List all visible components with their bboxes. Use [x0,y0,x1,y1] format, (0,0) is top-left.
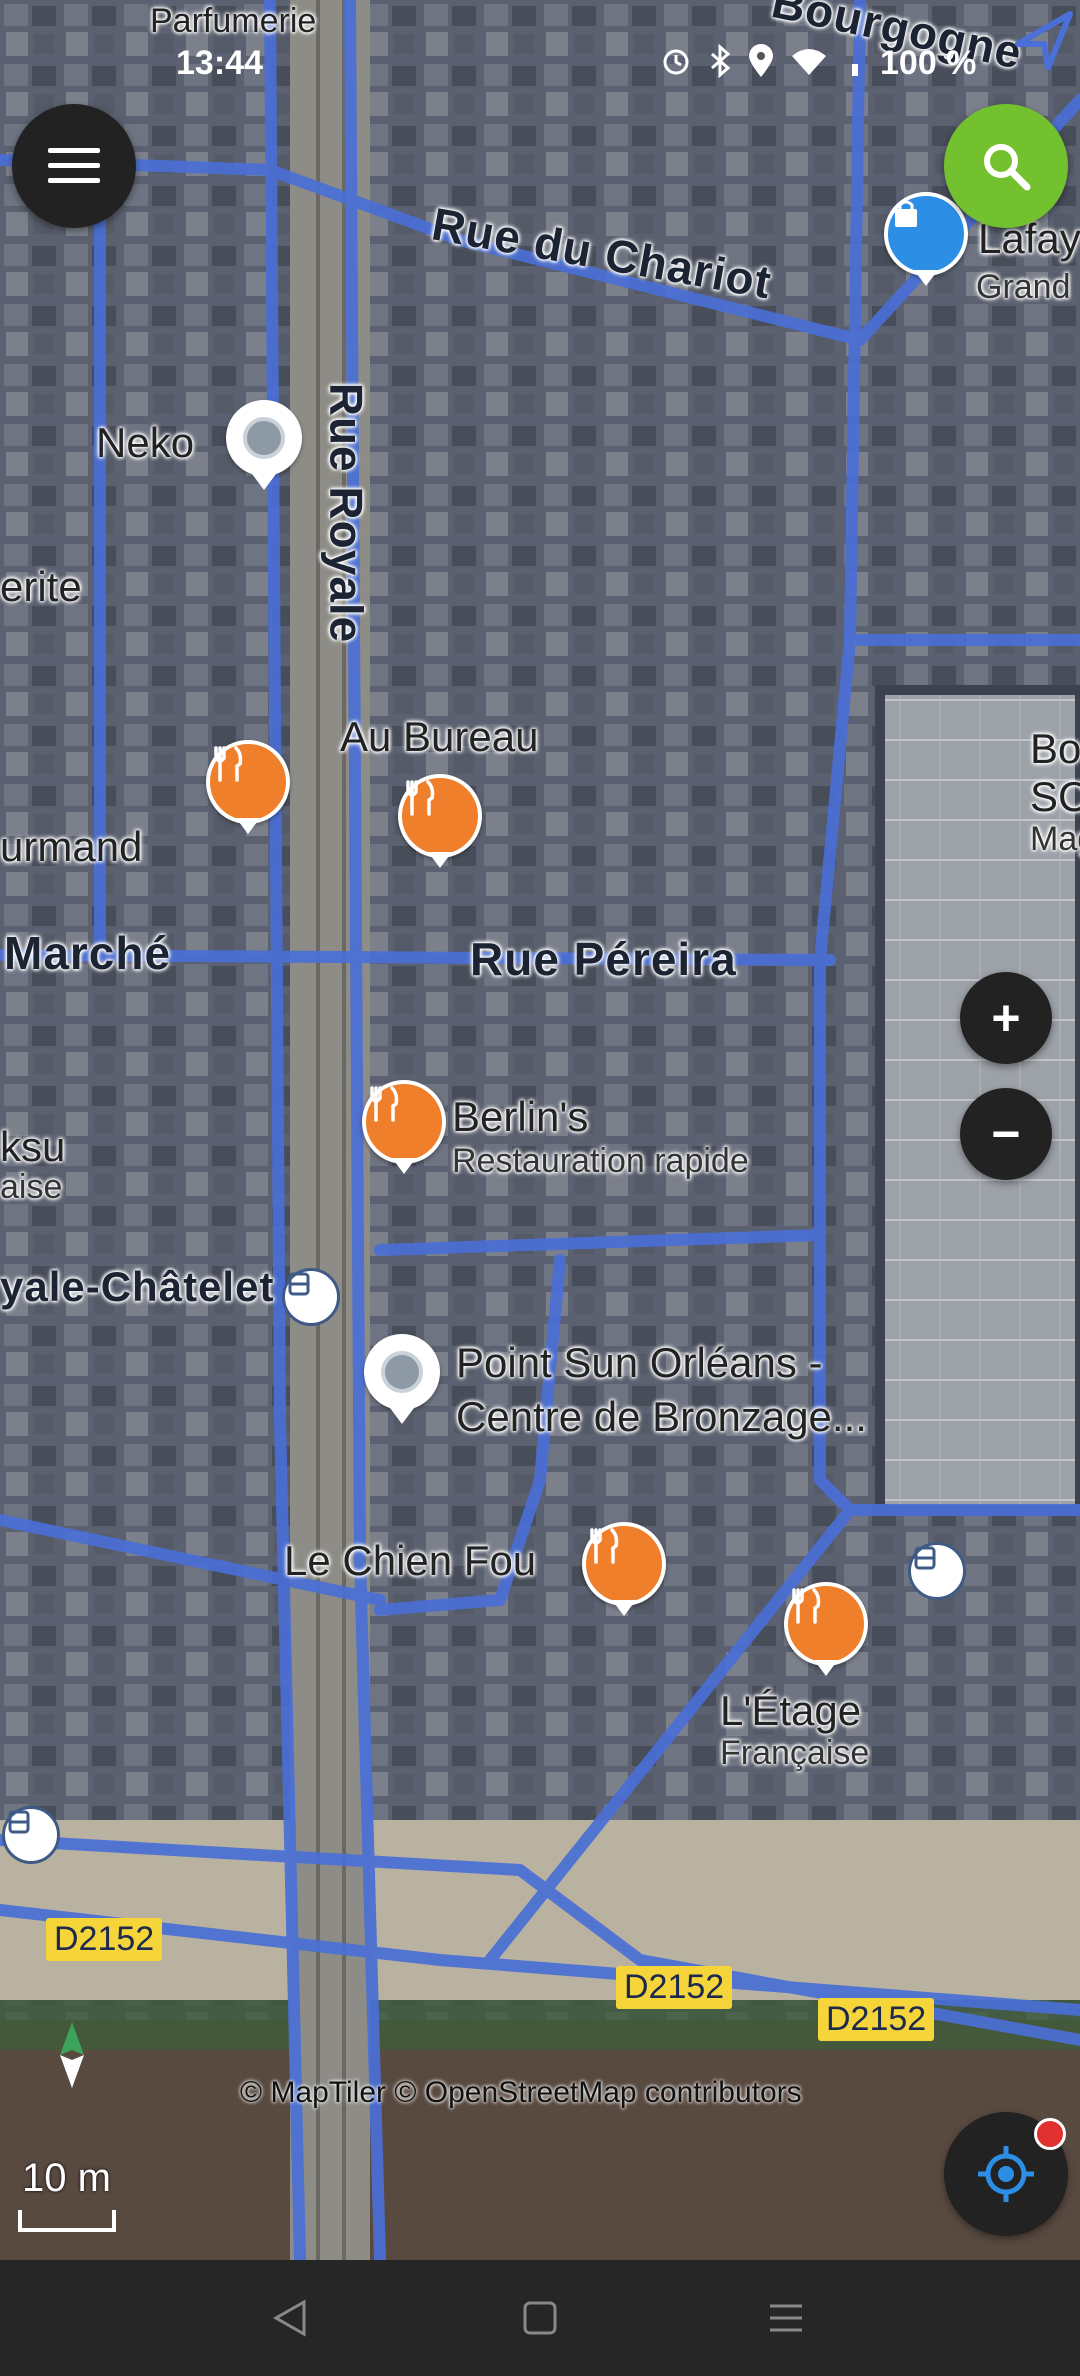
status-bar: 13:44 100 % [0,0,1080,120]
poi-label-point-sun[interactable]: Point Sun Orléans - [456,1342,823,1384]
battery-level: 100 % [880,44,977,82]
location-icon [749,44,773,77]
home-button[interactable] [512,2290,568,2346]
street-label-royale-chatelet: yale-Châtelet [0,1263,275,1310]
recents-button[interactable] [758,2290,814,2346]
poi-sublabel-letage: Française [720,1734,870,1772]
system-navigation-bar [0,2260,1080,2376]
poi-label-sco: SCO [1030,773,1080,820]
shopping-bag-icon [895,200,917,227]
poi-marker-point-sun[interactable] [364,1334,440,1410]
fork-knife-icon [370,1086,399,1122]
poi-marker-le-chien-fou[interactable] [582,1522,666,1606]
street-label-marche: Marché [4,927,172,979]
street-label-rue-pereira: Rue Péreira [470,933,737,985]
poi-marker-berlins[interactable] [362,1080,446,1164]
road-sign-d2152: D2152 [616,1966,733,2009]
bluetooth-icon [711,44,731,78]
back-triangle-icon [272,2299,306,2337]
label-erite: erite [0,563,82,610]
label-ksu: ksu [0,1123,66,1170]
poi-label-letage[interactable]: L'Étage [720,1690,861,1732]
poi-label-grand: Grand [976,268,1071,306]
recording-indicator [1034,2118,1066,2150]
scale-bar [18,2210,116,2232]
home-square-icon [523,2301,557,2335]
recents-menu-icon [770,2304,802,2332]
menu-button[interactable] [12,104,136,228]
poi-label-maga: Maga [1030,820,1080,858]
search-icon [984,144,1031,191]
scale-label: 10 m [22,2156,111,2200]
poi-marker-letage[interactable] [784,1582,868,1666]
status-time: 13:44 [176,44,263,82]
signal-icon [852,64,858,76]
road-sign-d2152: D2152 [818,1998,935,2041]
poi-sublabel-berlins: Restauration rapide [452,1142,749,1180]
alarm-icon [663,49,689,75]
shop-marker[interactable] [884,192,968,276]
search-button[interactable] [944,104,1068,228]
map-attribution[interactable]: © MapTiler © OpenStreetMap contributors [240,2076,802,2110]
restaurant-marker[interactable] [206,740,290,824]
fork-knife-icon [214,746,243,782]
poi-label-bout[interactable]: Bout [1030,728,1080,770]
bus-stop-marker[interactable] [908,1542,966,1600]
poi-label-neko[interactable]: Neko [96,422,194,464]
hamburger-menu-icon [48,148,100,183]
bus-icon [8,1810,30,1834]
bus-icon [288,1272,310,1296]
crosshair-location-icon [978,2146,1034,2202]
poi-label-berlins[interactable]: Berlin's [452,1096,588,1138]
poi-label-le-chien-fou[interactable]: Le Chien Fou [284,1540,536,1582]
wifi-icon [792,49,826,75]
poi-marker-au-bureau[interactable] [398,774,482,858]
street-label-rue-royale: Rue Royale [320,382,373,644]
road-sign-d2152: D2152 [46,1918,163,1961]
bus-icon [914,1546,936,1570]
bus-stop-marker[interactable] [282,1268,340,1326]
navigation-arrow-icon [1015,11,1073,70]
label-urmand: urmand [0,823,143,870]
label-aise: aise [0,1168,63,1206]
bus-stop-marker[interactable] [2,1806,60,1864]
back-button[interactable] [262,2290,318,2346]
poi-label-point-sun-2[interactable]: Centre de Bronzage... [456,1396,867,1438]
fork-knife-icon [590,1528,619,1564]
zoom-in-button[interactable]: + [960,972,1052,1064]
poi-marker-neko[interactable] [226,400,302,476]
zoom-out-button[interactable]: − [960,1088,1052,1180]
poi-label-au-bureau[interactable]: Au Bureau [340,716,538,758]
fork-knife-icon [792,1588,821,1624]
map-view[interactable]: Rue du Chariot Rue Royale Rue Péreira Ma… [0,0,1080,2260]
fork-knife-icon [406,780,435,816]
